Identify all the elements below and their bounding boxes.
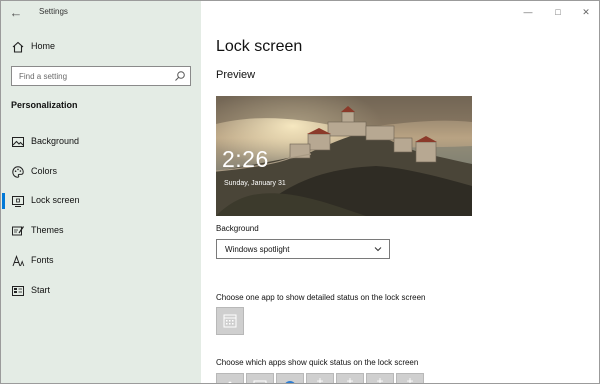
quick-status-app-button[interactable] [246, 373, 274, 383]
settings-window: ← Settings Home Find a setting Personali… [0, 0, 600, 384]
sidebar-item-label: Fonts [31, 255, 54, 265]
minimize-button[interactable]: — [521, 5, 535, 19]
sidebar-item-fonts[interactable]: Fonts [1, 250, 201, 272]
palette-icon [12, 166, 24, 178]
start-icon [12, 286, 24, 296]
sidebar: ← Settings Home Find a setting Personali… [1, 1, 201, 383]
search-placeholder: Find a setting [19, 72, 68, 81]
lock-screen-icon [12, 196, 24, 207]
page-title: Lock screen [216, 38, 303, 55]
sidebar-item-colors[interactable]: Colors [1, 161, 201, 183]
main-content: — □ ✕ Lock screen Preview 2:26 Sunday, J… [201, 1, 599, 384]
plus-icon: + [376, 374, 384, 384]
sidebar-item-lock-screen[interactable]: Lock screen [1, 190, 201, 212]
window-controls: — □ ✕ [511, 1, 599, 25]
maximize-button[interactable]: □ [551, 5, 565, 19]
minimize-icon: — [523, 7, 533, 17]
close-icon: ✕ [582, 7, 590, 17]
font-icon [12, 255, 25, 267]
sidebar-item-label: Background [31, 136, 80, 146]
home-label: Home [31, 41, 56, 51]
sidebar-item-label: Themes [31, 225, 64, 235]
weather-icon [285, 381, 295, 383]
sidebar-item-label: Start [31, 285, 51, 295]
app-title: Settings [39, 7, 68, 16]
picture-icon [12, 137, 24, 147]
search-icon [175, 71, 185, 81]
close-button[interactable]: ✕ [579, 5, 593, 19]
add-app-button[interactable]: + [396, 373, 424, 384]
sidebar-item-background[interactable]: Background [1, 131, 201, 153]
add-app-button[interactable]: + [366, 373, 394, 384]
brush-icon [12, 226, 24, 236]
detailed-status-app-button[interactable] [216, 307, 244, 335]
quick-status-app-button[interactable] [276, 373, 304, 383]
background-dropdown-value: Windows spotlight [225, 245, 290, 254]
lock-screen-preview: 2:26 Sunday, January 31 [216, 96, 472, 216]
home-icon [228, 381, 232, 383]
selection-indicator [2, 193, 5, 209]
search-box[interactable]: Find a setting [11, 66, 191, 86]
sidebar-item-start[interactable]: Start [1, 280, 201, 302]
background-label: Background [216, 224, 259, 233]
calendar-icon [253, 380, 267, 383]
detailed-status-label: Choose one app to show detailed status o… [216, 293, 426, 302]
preview-clock: 2:26 [222, 146, 269, 172]
home-nav-item[interactable]: Home [1, 36, 201, 58]
home-icon [12, 41, 24, 53]
title-bar: ← Settings [1, 1, 201, 25]
add-app-button[interactable]: + [336, 373, 364, 384]
sidebar-item-label: Colors [31, 166, 58, 176]
preview-heading: Preview [216, 69, 256, 81]
chevron-down-icon [374, 247, 382, 252]
sidebar-item-themes[interactable]: Themes [1, 220, 201, 242]
background-dropdown[interactable]: Windows spotlight [216, 239, 390, 259]
back-button[interactable]: ← [7, 4, 25, 22]
plus-icon: + [316, 374, 324, 384]
section-heading: Personalization [11, 100, 78, 110]
sidebar-item-label: Lock screen [31, 195, 80, 205]
plus-icon: + [406, 374, 414, 384]
plus-icon: + [346, 374, 354, 384]
quick-status-app-button[interactable] [216, 373, 244, 383]
maximize-icon: □ [555, 7, 561, 17]
add-app-button[interactable]: + [306, 373, 334, 384]
back-arrow-icon: ← [9, 5, 23, 20]
calendar-icon [223, 314, 237, 328]
quick-status-label: Choose which apps show quick status on t… [216, 358, 419, 367]
preview-date: Sunday, January 31 [224, 180, 286, 187]
